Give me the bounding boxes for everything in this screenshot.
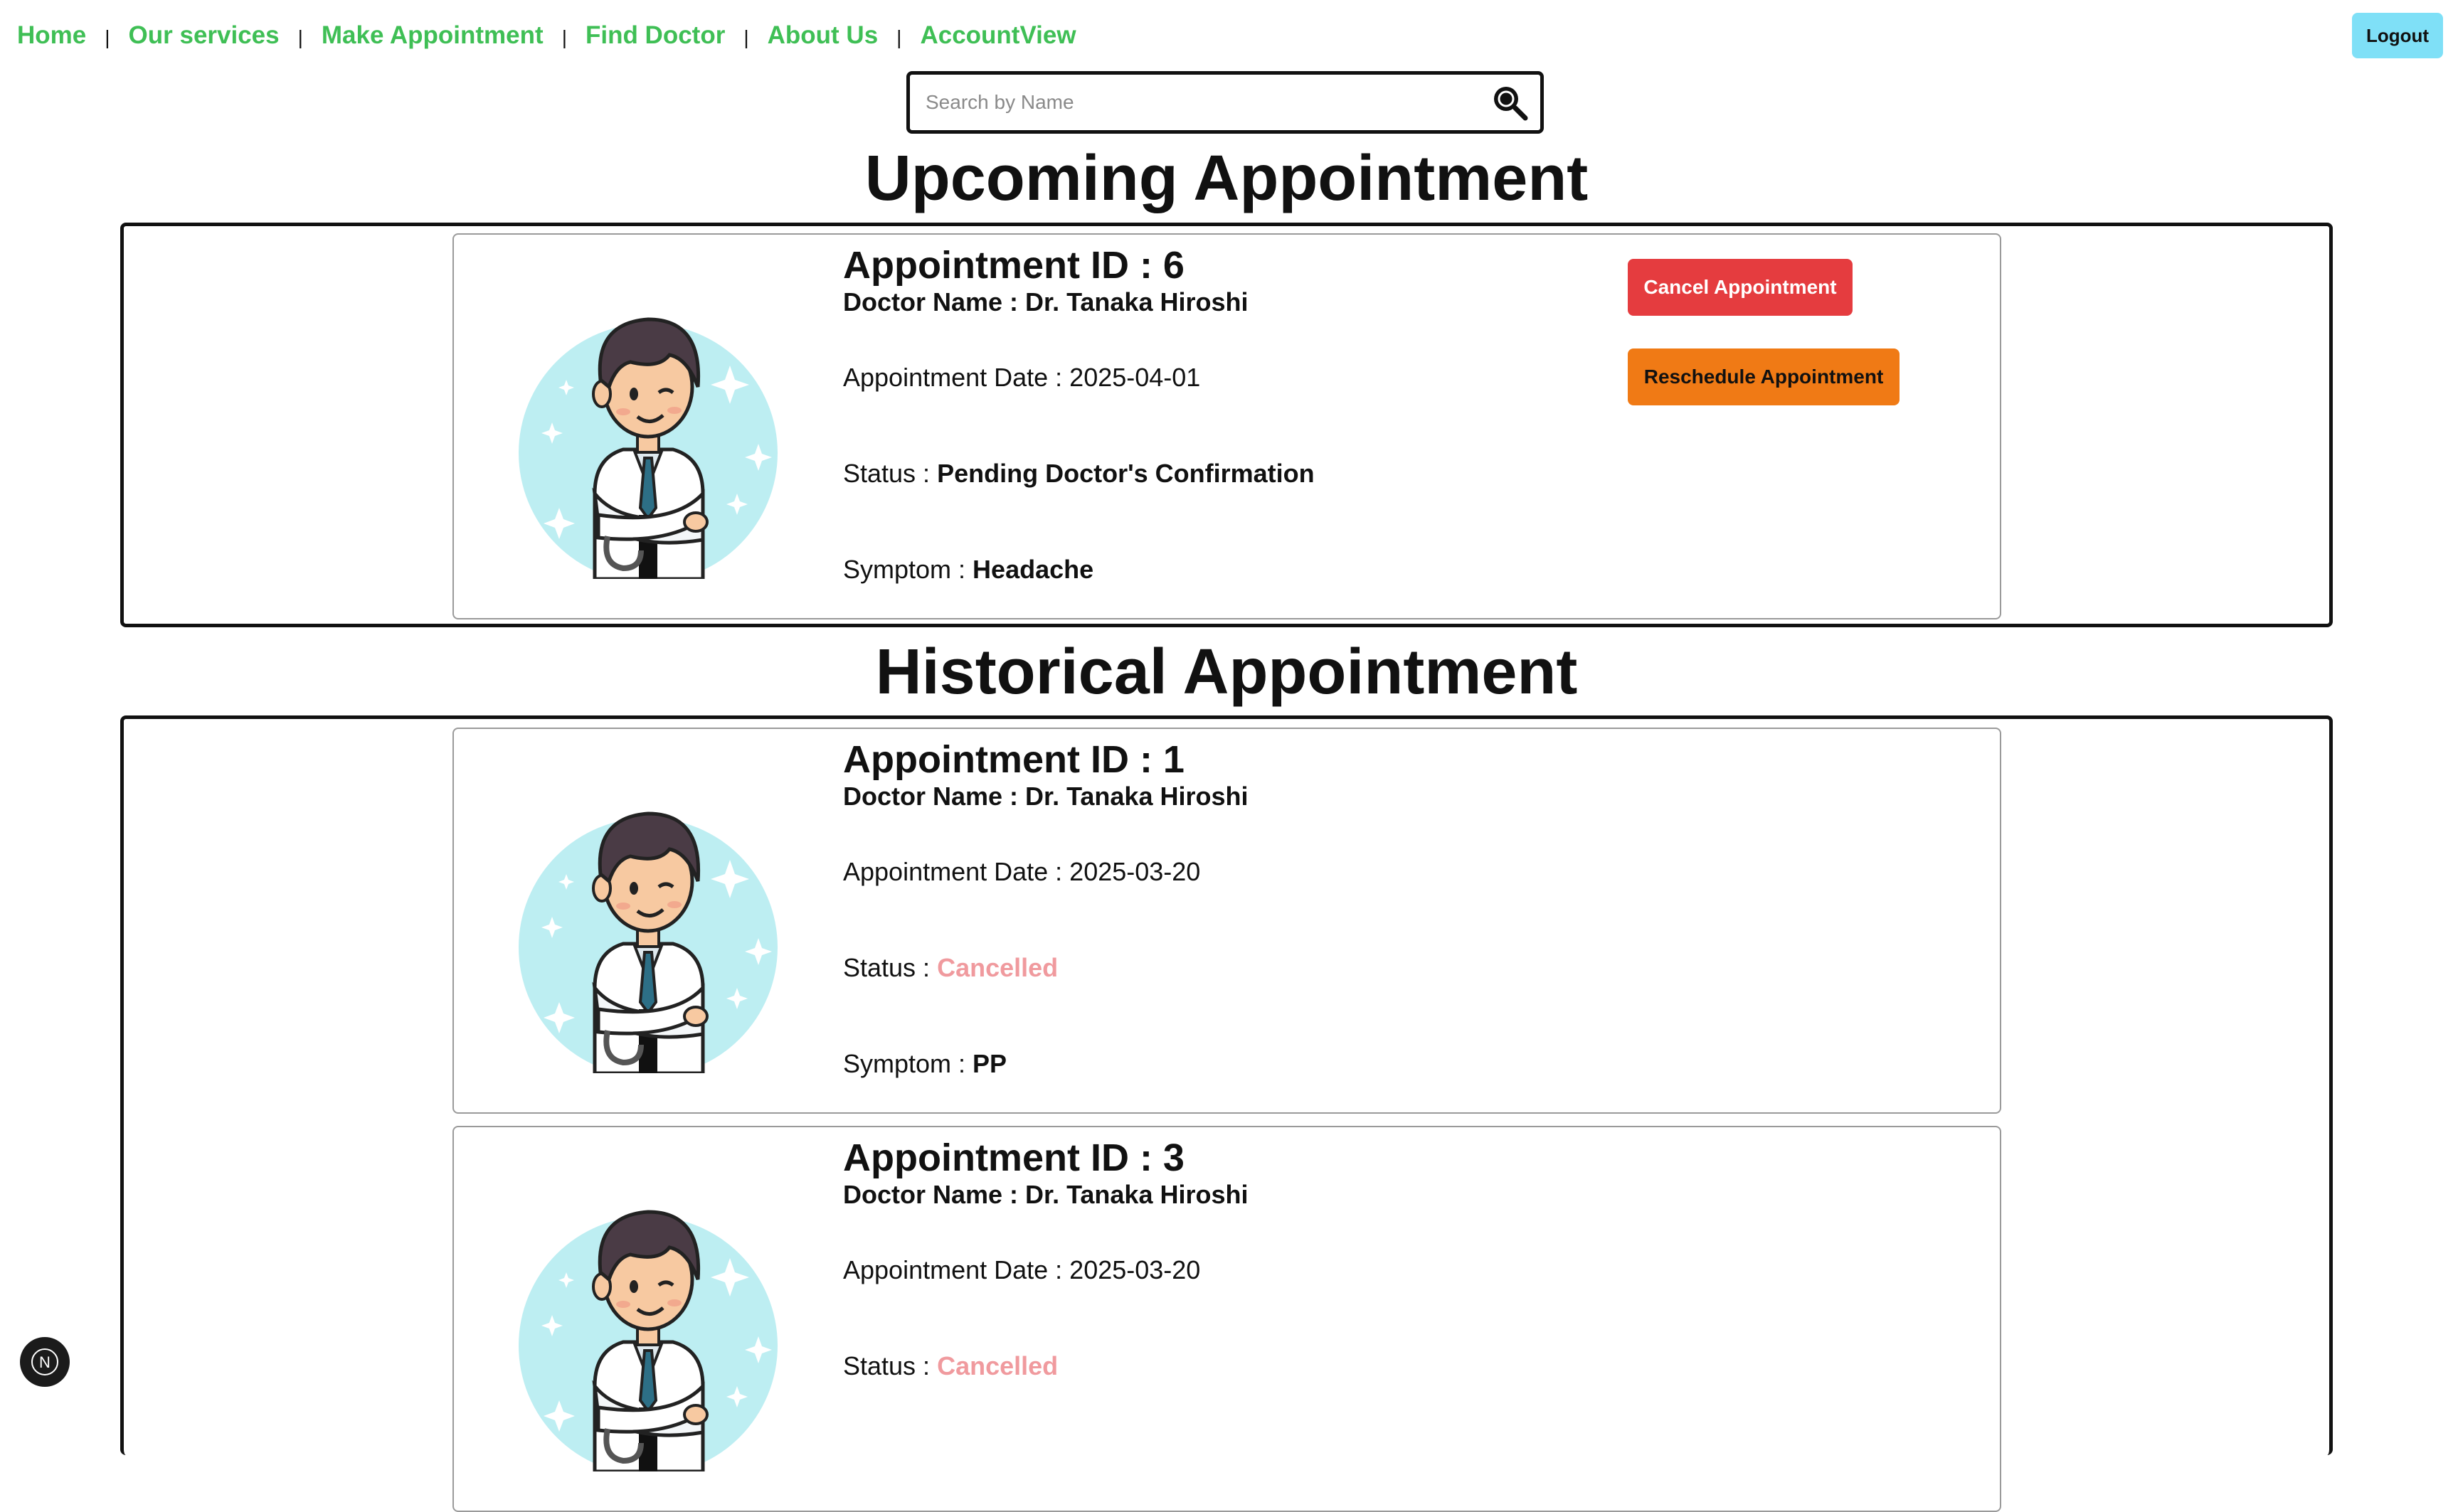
top-nav: Home | Our services | Make Appointment |… [17,17,1076,54]
doctor-avatar [516,280,780,579]
appointment-symptom: Symptom : Headache [843,555,1093,585]
historical-appointment-list: Appointment ID : 1 Doctor Name : Dr. Tan… [120,715,2333,1512]
status-value: Pending Doctor's Confirmation [937,459,1315,488]
nav-separator: | [743,26,749,48]
appointment-status: Status : Cancelled [843,953,1058,983]
search-input[interactable] [910,74,1485,131]
appointment-id: Appointment ID : 6 [843,244,1185,287]
status-value: Cancelled [937,1351,1059,1380]
doctor-name: Doctor Name : Dr. Tanaka Hiroshi [843,782,1249,811]
nextjs-letter: N [39,1353,51,1371]
magnifier-icon[interactable] [1485,78,1535,127]
appointment-symptom: Symptom : PP [843,1049,1007,1079]
symptom-value: PP [973,1049,1007,1078]
doctor-name: Doctor Name : Dr. Tanaka Hiroshi [843,287,1249,316]
historical-appointment-title: Historical Appointment [875,637,1578,708]
doctor-avatar [516,774,780,1073]
nextjs-icon[interactable]: N [20,1337,70,1387]
appointment-status: Status : Cancelled [843,1351,1058,1381]
appointment-status: Status : Pending Doctor's Confirmation [843,459,1315,489]
logout-button[interactable]: Logout [2352,13,2443,58]
status-label: Status : [843,953,938,982]
appointment-id: Appointment ID : 1 [843,738,1185,781]
nav-home-link[interactable]: Home [17,21,86,50]
appointment-date: Appointment Date : 2025-04-01 [843,363,1201,392]
appointment-date: Appointment Date : 2025-03-20 [843,857,1201,886]
search-bar [906,71,1544,134]
nav-account-view-link[interactable]: AccountView [920,21,1076,50]
appointment-date: Appointment Date : 2025-03-20 [843,1255,1201,1284]
doctor-avatar [516,1173,780,1471]
upcoming-appointment-title: Upcoming Appointment [864,143,1589,214]
nav-separator: | [561,26,567,48]
nav-about-us-link[interactable]: About Us [768,21,879,50]
appointment-card: Appointment ID : 1 Doctor Name : Dr. Tan… [452,728,2001,1114]
symptom-value: Headache [973,555,1094,584]
doctor-name: Doctor Name : Dr. Tanaka Hiroshi [843,1180,1249,1209]
reschedule-appointment-button[interactable]: Reschedule Appointment [1628,348,1900,405]
nav-our-services-link[interactable]: Our services [129,21,280,50]
symptom-label: Symptom : [843,555,973,584]
nav-separator: | [896,26,902,48]
nav-separator: | [105,26,110,48]
status-label: Status : [843,459,938,488]
symptom-label: Symptom : [843,1049,973,1078]
upcoming-appointment-list: Appointment ID : 6 Doctor Name : Dr. Tan… [120,223,2333,627]
status-value: Cancelled [937,953,1059,982]
appointment-card: Appointment ID : 3 Doctor Name : Dr. Tan… [452,1126,2001,1512]
appointment-id: Appointment ID : 3 [843,1136,1185,1179]
nav-find-doctor-link[interactable]: Find Doctor [586,21,725,50]
appointment-card: Appointment ID : 6 Doctor Name : Dr. Tan… [452,233,2001,619]
nav-separator: | [297,26,303,48]
nav-make-appointment-link[interactable]: Make Appointment [322,21,544,50]
status-label: Status : [843,1351,938,1380]
cancel-appointment-button[interactable]: Cancel Appointment [1628,259,1853,316]
